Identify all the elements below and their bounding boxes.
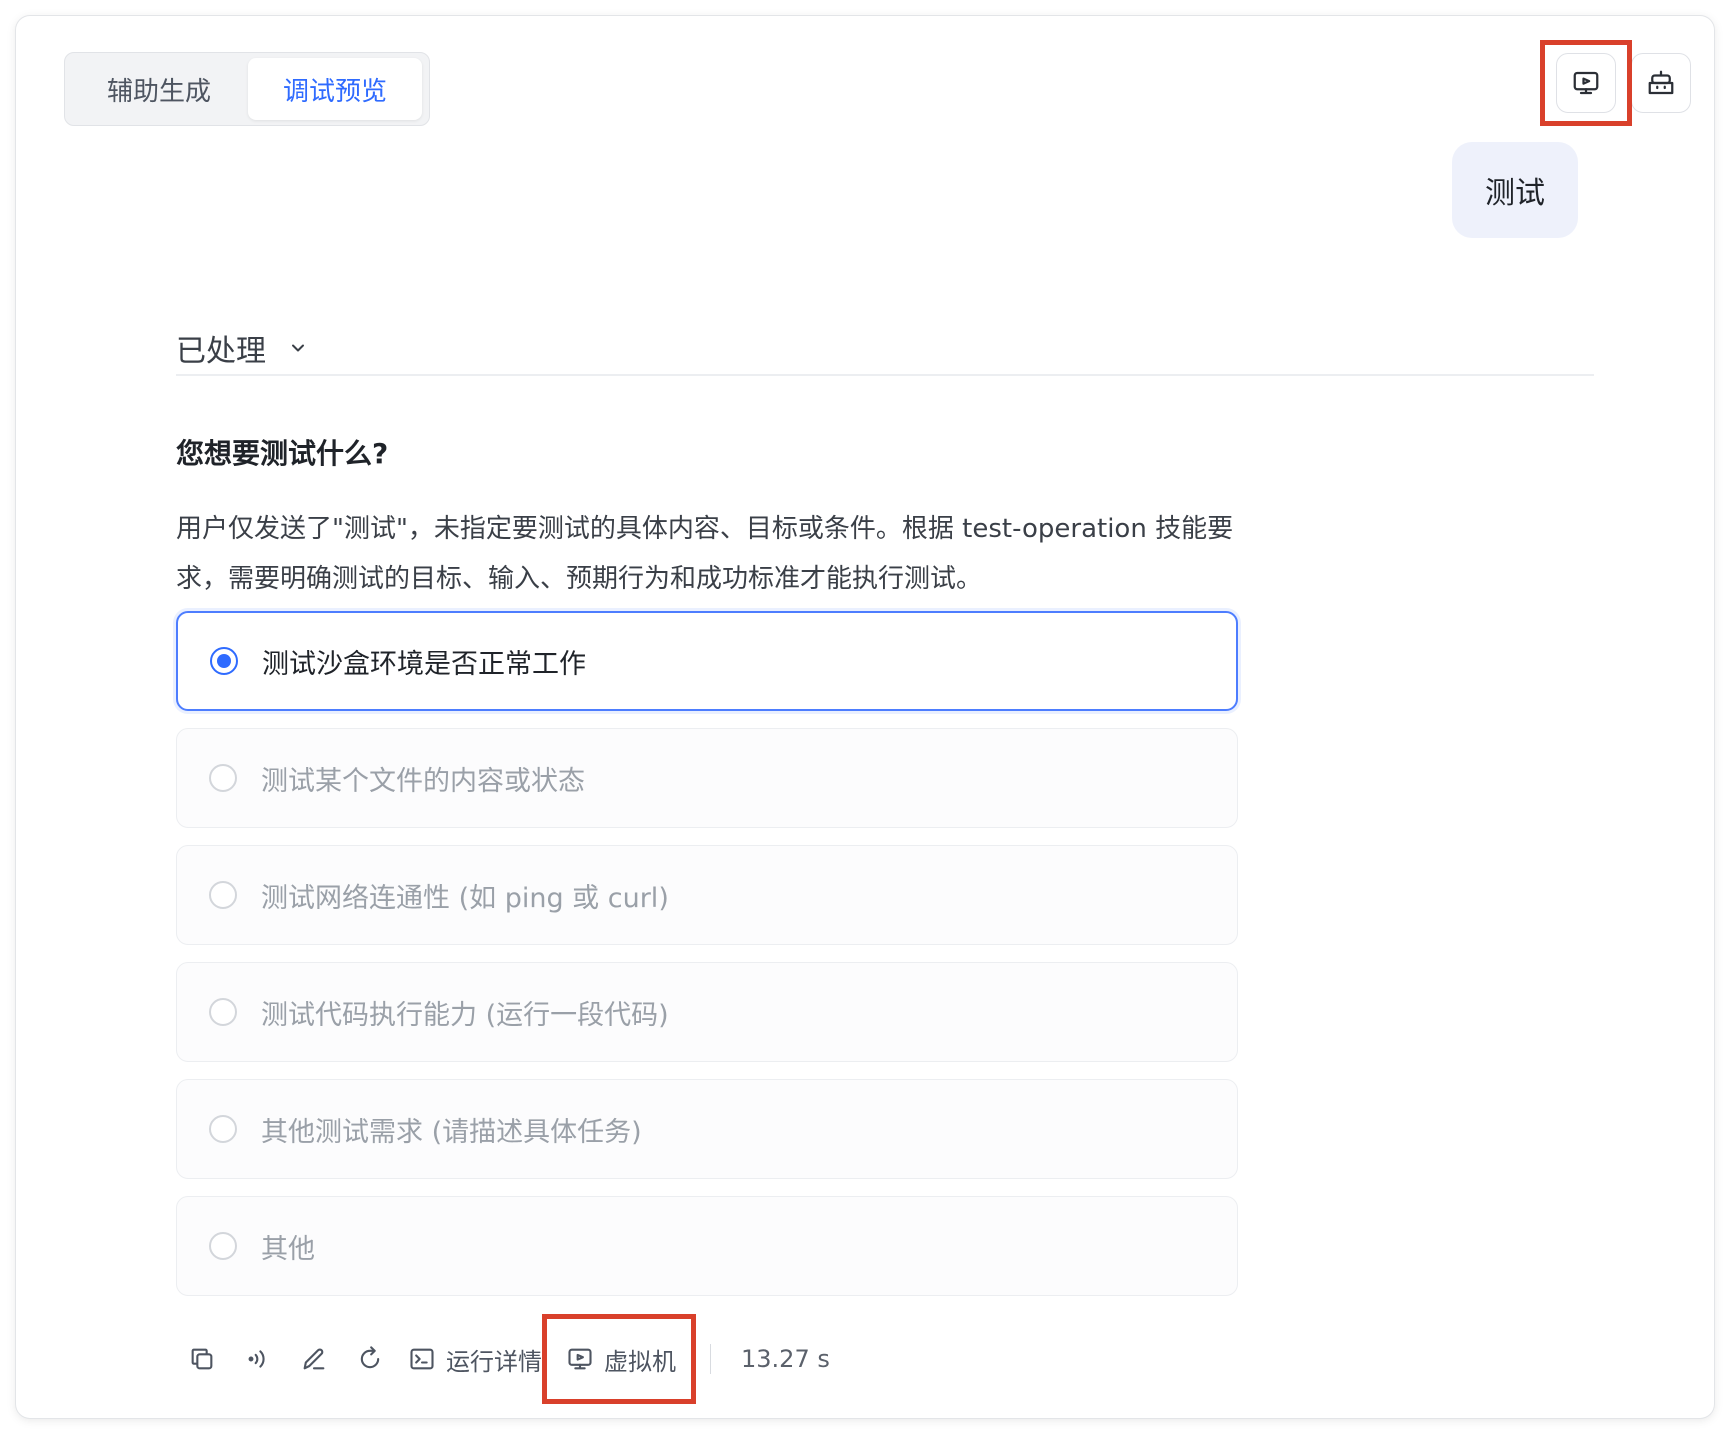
run-details-label: 运行详情 bbox=[446, 1347, 542, 1376]
elapsed-time: 13.27 s bbox=[741, 1345, 830, 1373]
chat-panel: 辅助生成 调试预览 测试 已处理 您想要测试什么? 用户仅发送了"测试"，未指定… bbox=[16, 16, 1714, 1418]
terminal-icon bbox=[410, 1348, 434, 1370]
question-title: 您想要测试什么? bbox=[176, 437, 389, 470]
radio[interactable] bbox=[209, 1115, 237, 1143]
virtual-machine-label: 虚拟机 bbox=[604, 1347, 676, 1376]
toolbar-divider bbox=[710, 1344, 711, 1374]
option-sandbox[interactable]: 测试沙盒环境是否正常工作 bbox=[176, 611, 1238, 711]
divider bbox=[176, 374, 1594, 376]
user-message-bubble: 测试 bbox=[1452, 142, 1578, 238]
virtual-machine-button[interactable] bbox=[1556, 53, 1616, 113]
monitor-play-icon bbox=[1573, 71, 1599, 95]
option-other[interactable]: 其他 bbox=[176, 1196, 1238, 1296]
monitor-play-icon bbox=[568, 1348, 592, 1370]
option-label: 其他测试需求 (请描述具体任务) bbox=[261, 1116, 642, 1148]
radio[interactable] bbox=[209, 764, 237, 792]
processed-label: 已处理 bbox=[176, 334, 266, 369]
radio[interactable] bbox=[209, 1232, 237, 1260]
retry-icon bbox=[360, 1346, 380, 1369]
option-label: 其他 bbox=[261, 1233, 315, 1265]
chevron-down-icon bbox=[292, 344, 304, 352]
retry-button[interactable] bbox=[352, 1341, 388, 1377]
option-label: 测试沙盒环境是否正常工作 bbox=[262, 648, 586, 680]
tab-assist-generate[interactable]: 辅助生成 bbox=[70, 58, 248, 120]
read-aloud-button[interactable] bbox=[240, 1341, 276, 1377]
radio-selected[interactable] bbox=[210, 647, 238, 675]
option-label: 测试网络连通性 (如 ping 或 curl) bbox=[261, 882, 669, 914]
virtual-machine-toolbar-button[interactable]: 虚拟机 bbox=[566, 1342, 676, 1377]
option-other-requirement[interactable]: 其他测试需求 (请描述具体任务) bbox=[176, 1079, 1238, 1179]
question-description: 用户仅发送了"测试"，未指定要测试的具体内容、目标或条件。根据 test-ope… bbox=[176, 514, 1234, 594]
option-label: 测试某个文件的内容或状态 bbox=[261, 765, 585, 797]
robot-icon bbox=[1648, 70, 1674, 95]
agent-button[interactable] bbox=[1631, 53, 1691, 113]
run-details-button[interactable]: 运行详情 bbox=[408, 1342, 542, 1377]
option-code[interactable]: 测试代码执行能力 (运行一段代码) bbox=[176, 962, 1238, 1062]
edit-icon bbox=[303, 1348, 325, 1370]
user-message-text: 测试 bbox=[1485, 176, 1545, 211]
edit-button[interactable] bbox=[296, 1341, 332, 1377]
option-label: 测试代码执行能力 (运行一段代码) bbox=[261, 999, 669, 1031]
message-toolbar: 运行详情 虚拟机 13.27 s bbox=[184, 1329, 830, 1389]
radio[interactable] bbox=[209, 998, 237, 1026]
radio[interactable] bbox=[209, 881, 237, 909]
tab-debug-preview[interactable]: 调试预览 bbox=[248, 58, 422, 120]
processed-toggle[interactable]: 已处理 bbox=[176, 326, 308, 370]
option-network[interactable]: 测试网络连通性 (如 ping 或 curl) bbox=[176, 845, 1238, 945]
copy-button[interactable] bbox=[184, 1341, 220, 1377]
option-file[interactable]: 测试某个文件的内容或状态 bbox=[176, 728, 1238, 828]
copy-icon bbox=[191, 1348, 213, 1370]
speaker-icon bbox=[248, 1350, 265, 1368]
mode-tabs: 辅助生成 调试预览 bbox=[64, 52, 430, 126]
